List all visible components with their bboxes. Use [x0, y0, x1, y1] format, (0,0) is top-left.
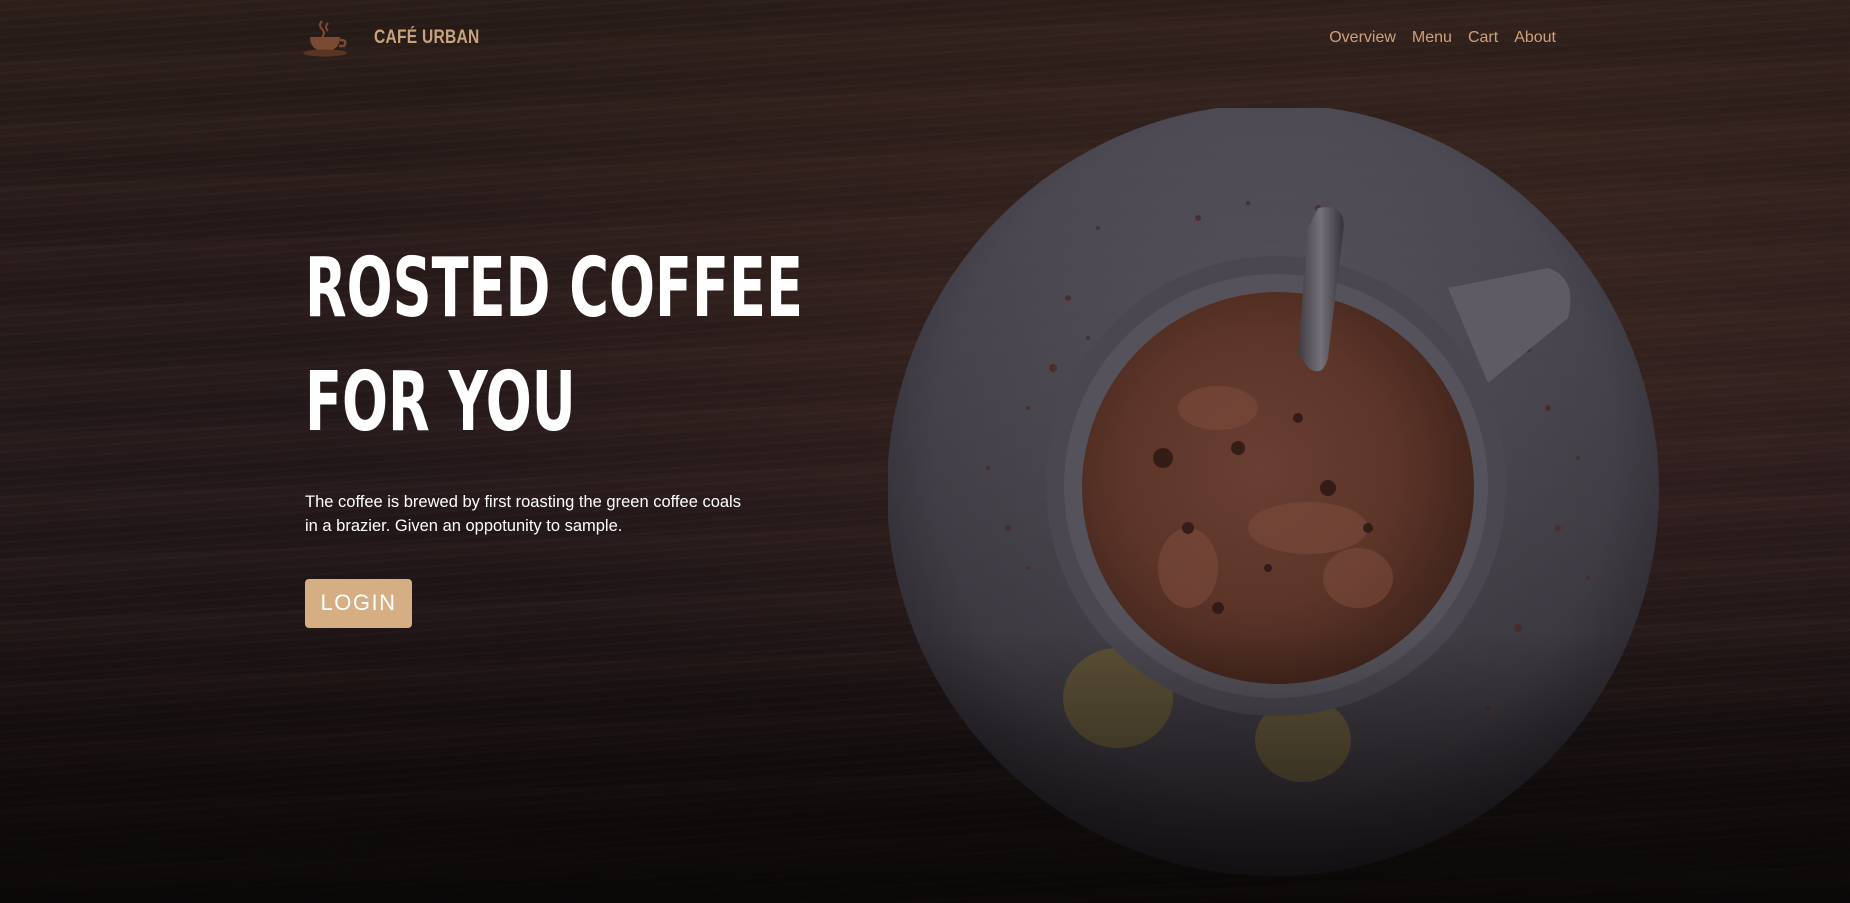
nav-item-overview[interactable]: Overview: [1329, 29, 1396, 47]
coffee-cup-icon: [302, 19, 352, 57]
coffee-cup-image: [887, 104, 1678, 903]
hero-description: The coffee is brewed by first roasting t…: [305, 493, 741, 535]
hero-title-line-2: FOR YOU: [305, 355, 576, 450]
hero-section: ROSTED COFFEE FOR YOU The coffee is brew…: [305, 232, 825, 628]
nav-item-cart[interactable]: Cart: [1468, 29, 1498, 47]
main-nav: Overview Menu Cart About: [1329, 29, 1556, 47]
hero-title: ROSTED COFFEE FOR YOU: [305, 232, 803, 460]
site-header: CAFÉ URBAN Overview Menu Cart About: [302, 18, 1556, 58]
brand[interactable]: CAFÉ URBAN: [302, 19, 503, 57]
hero-title-line-1: ROSTED COFFEE: [305, 241, 803, 336]
nav-item-about[interactable]: About: [1514, 29, 1556, 47]
nav-item-menu[interactable]: Menu: [1412, 29, 1452, 47]
login-button[interactable]: LOGIN: [305, 578, 412, 628]
brand-name: CAFÉ URBAN: [374, 27, 480, 48]
